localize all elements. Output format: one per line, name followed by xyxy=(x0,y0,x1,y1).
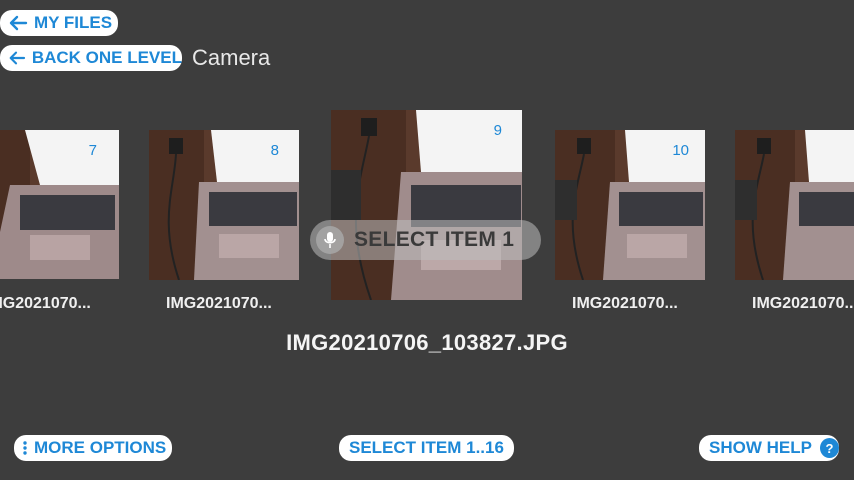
help-icon: ? xyxy=(819,438,839,458)
select-range-label: SELECT ITEM 1..16 xyxy=(349,438,504,457)
more-vertical-icon xyxy=(23,441,27,455)
thumbnail-item[interactable]: 11 xyxy=(735,130,854,280)
item-caption: IMG2021070... xyxy=(752,295,854,312)
arrow-left-icon xyxy=(9,15,28,31)
focused-filename: IMG20210706_103827.JPG xyxy=(286,330,568,355)
thumbnail-item[interactable]: 7 xyxy=(0,130,119,279)
photo-thumbnail-image xyxy=(735,130,854,280)
back-one-level-button[interactable]: BACK ONE LEVEL xyxy=(0,45,182,71)
voice-hint-text: SELECT ITEM 1 xyxy=(354,228,515,251)
item-caption: IMG2021070... xyxy=(572,295,678,312)
show-help-button[interactable]: SHOW HELP ? xyxy=(699,435,839,461)
item-number: 8 xyxy=(270,142,279,159)
show-help-label: SHOW HELP xyxy=(709,438,812,457)
back-one-level-label: BACK ONE LEVEL xyxy=(31,48,182,67)
item-number: 10 xyxy=(672,142,689,159)
thumbnail-item-focused[interactable]: 9 xyxy=(331,110,522,300)
my-files-label: MY FILES xyxy=(34,13,113,32)
item-number: 7 xyxy=(88,142,97,159)
more-options-button[interactable]: MORE OPTIONS xyxy=(14,435,172,461)
more-options-label: MORE OPTIONS xyxy=(34,438,167,457)
select-range-button[interactable]: SELECT ITEM 1..16 xyxy=(339,435,514,461)
arrow-left-icon xyxy=(9,51,26,65)
voice-hint-overlay: SELECT ITEM 1 xyxy=(310,220,541,260)
item-caption: IMG2021070... xyxy=(166,295,272,312)
photo-thumbnail-image xyxy=(0,130,119,279)
folder-title: Camera xyxy=(192,45,271,70)
my-files-button[interactable]: MY FILES xyxy=(0,10,118,36)
thumbnail-item[interactable]: 8 xyxy=(149,130,299,280)
thumbnail-item[interactable]: 10 xyxy=(555,130,705,280)
item-number: 9 xyxy=(493,122,502,139)
item-caption: IMG2021070... xyxy=(0,295,91,312)
microphone-icon xyxy=(316,226,344,254)
